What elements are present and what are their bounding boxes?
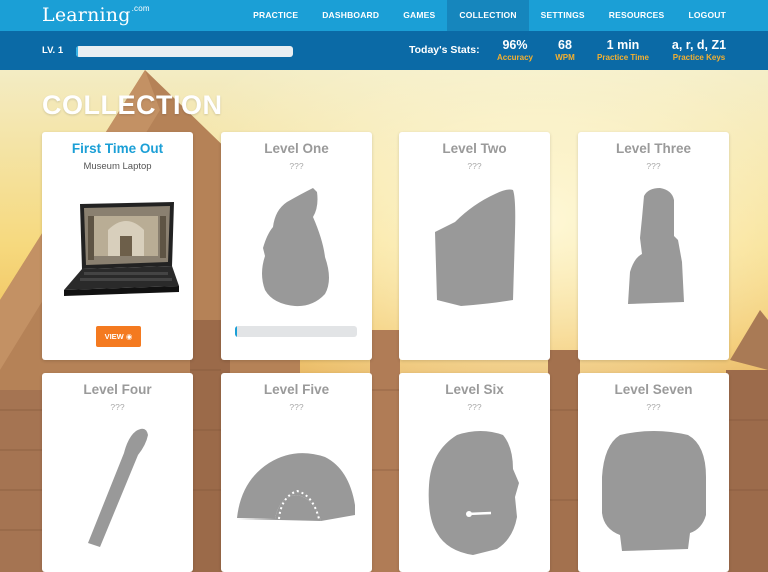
stat-wpm-label: WPM [555,53,575,62]
top-navigation-bar: Learning.com PRACTICE DASHBOARD GAMES CO… [0,0,768,31]
nav-logout[interactable]: LOGOUT [676,0,768,31]
collection-card-level-one[interactable]: Level One ??? [221,132,372,360]
page-title: COLLECTION [42,90,223,120]
stat-practice-time-value: 1 min [606,38,640,52]
nav-collection[interactable]: COLLECTION [447,0,529,31]
collection-card-level-two[interactable]: Level Two ??? [399,132,550,360]
level-progress-bar [76,46,293,57]
stat-accuracy: 96% Accuracy [492,38,538,64]
level-one-progress-fill [235,326,238,337]
collection-card-level-five[interactable]: Level Five ??? [221,373,372,572]
moai-statue-silhouette-icon [628,188,684,304]
stat-wpm: 68 WPM [548,38,582,64]
helmet-silhouette-icon [602,431,706,551]
stat-accuracy-label: Accuracy [496,53,534,62]
stat-practice-time: 1 min Practice Time [592,38,654,64]
stat-practice-time-label: Practice Time [597,53,649,62]
stats-bar: LV. 1 Today's Stats: 96% Accuracy 68 WPM… [0,31,768,70]
stat-practice-keys-label: Practice Keys [672,53,726,62]
view-button-label: VIEW [104,332,124,341]
nav-practice[interactable]: PRACTICE [243,0,310,31]
folding-fan-silhouette-icon [237,453,355,521]
collection-card-level-four[interactable]: Level Four ??? [42,373,193,572]
head-sculpture-silhouette-icon [428,431,519,555]
nav-games[interactable]: GAMES [391,0,447,31]
stat-practice-keys: a, r, d, Z1 Practice Keys [666,38,732,64]
level-one-progress-bar [235,326,357,337]
eye-icon: ◉ [125,332,133,341]
view-button[interactable]: VIEW ◉ [96,326,141,347]
todays-stats-label: Today's Stats: [409,44,480,56]
stat-accuracy-value: 96% [502,38,528,52]
stat-wpm-value: 68 [558,38,572,52]
nav-resources[interactable]: RESOURCES [597,0,677,31]
collection-card-level-three[interactable]: Level Three ??? [578,132,729,360]
nav-menu: PRACTICE DASHBOARD GAMES COLLECTION SETT… [243,0,768,31]
collection-card-level-six[interactable]: Level Six ??? [399,373,550,572]
collection-card-level-seven[interactable]: Level Seven ??? [578,373,729,572]
rosetta-stone-silhouette-icon [435,189,516,306]
level-label: LV. 1 [42,45,64,56]
stat-practice-keys-value: a, r, d, Z1 [671,38,727,52]
learning-com-logo[interactable]: Learning.com [42,4,150,26]
nav-dashboard[interactable]: DASHBOARD [310,0,391,31]
collection-card-first-time-out[interactable]: First Time Out Museum Laptop VIEW ◉ [42,132,193,360]
baton-silhouette-icon [88,428,148,547]
level-progress-fill [76,46,79,57]
nav-settings[interactable]: SETTINGS [529,0,597,31]
